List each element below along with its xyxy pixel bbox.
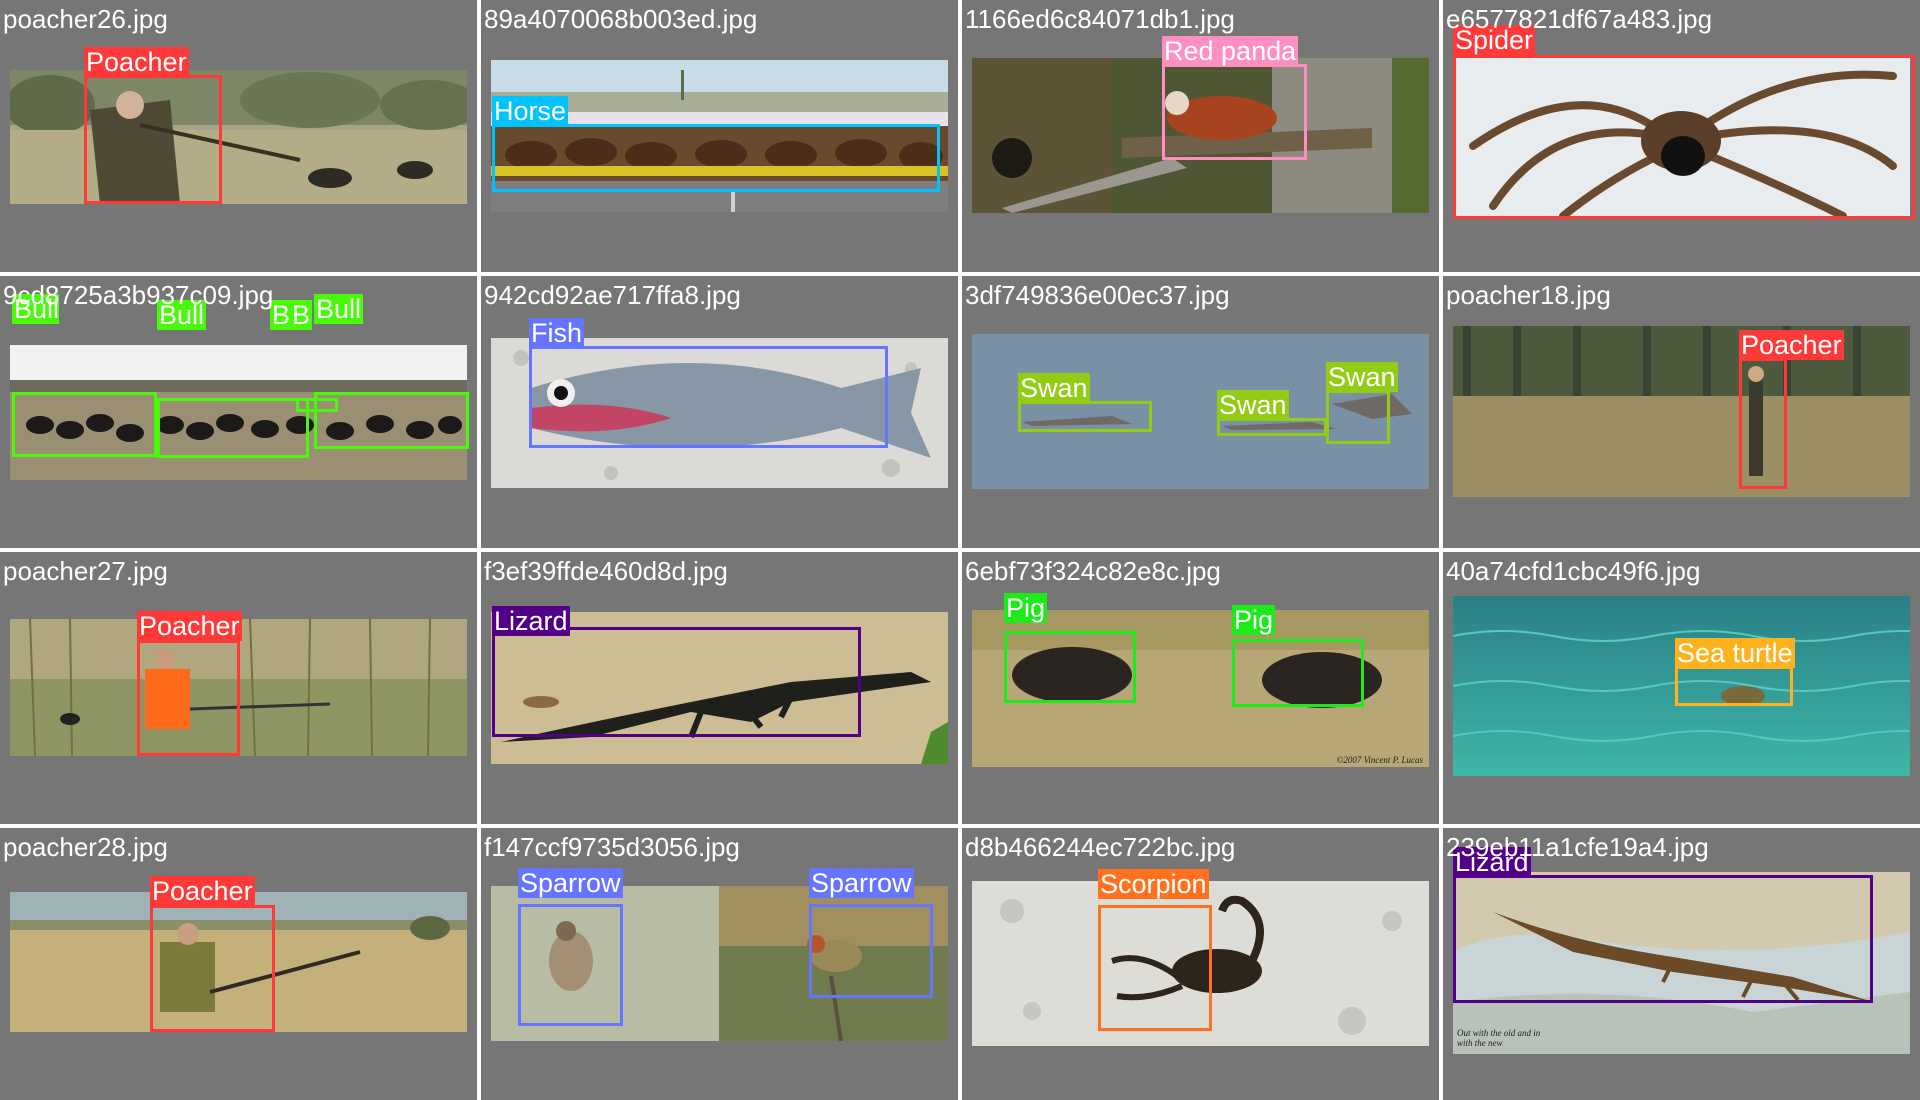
- label-poacher: Poacher: [84, 47, 189, 77]
- tile-d8b466244ec722bc: d8b466244ec722bc.jpg Scorpion: [962, 828, 1439, 1100]
- tile-poacher26: poacher26.jpg Poacher: [0, 0, 477, 272]
- bbox-poacher: [1739, 358, 1787, 489]
- bbox-bull-2: [157, 398, 309, 458]
- label-sparrow-1: Sparrow: [518, 868, 623, 898]
- bbox-fish: [529, 346, 888, 448]
- tile-1166ed6c84071db1: 1166ed6c84071db1.jpg Red panda: [962, 0, 1439, 272]
- tile-239eb11a1cfe19a4: 239eb11a1cfe19a4.jpg Out with the old an…: [1443, 828, 1920, 1100]
- label-scorpion: Scorpion: [1098, 869, 1209, 899]
- bbox-lizard: [1453, 875, 1873, 1003]
- tile-filename: e6577821df67a483.jpg: [1446, 4, 1713, 34]
- label-poacher: Poacher: [150, 876, 255, 906]
- label-poacher: Poacher: [137, 611, 242, 641]
- bbox-sparrow-2: [809, 904, 933, 998]
- label-red-panda: Red panda: [1162, 36, 1299, 66]
- tile-f3ef39ffde460d8d: f3ef39ffde460d8d.jpg Lizard: [481, 552, 958, 824]
- tile-filename: poacher28.jpg: [3, 832, 168, 862]
- label-sparrow-2: Sparrow: [809, 868, 914, 898]
- bbox-swan-3: [1326, 390, 1390, 444]
- tile-9cd8725a3b937c09: 9cd8725a3b937c09.jpg le Bu: [0, 276, 477, 548]
- bbox-spider: [1453, 55, 1915, 219]
- watermark: Out with the old and in with the new: [1457, 1028, 1541, 1048]
- label-fish: Fish: [529, 318, 585, 348]
- label-sea-turtle: Sea turtle: [1675, 638, 1795, 668]
- tile-filename: d8b466244ec722bc.jpg: [965, 832, 1236, 862]
- label-bull-5: Bull: [314, 294, 364, 324]
- detection-results-grid: poacher26.jpg Poacher 89a4070068b003ed.j…: [0, 0, 1920, 1100]
- tile-e6577821df67a483: e6577821df67a483.jpg Spider: [1443, 0, 1920, 272]
- tile-f147ccf9735d3056: f147ccf9735d3056.jpg Sparrow Sparrow: [481, 828, 958, 1100]
- tile-filename: f147ccf9735d3056.jpg: [484, 832, 740, 862]
- bbox-bull-1: [12, 392, 157, 457]
- label-lizard: Lizard: [492, 606, 570, 636]
- tile-filename: 942cd92ae717ffa8.jpg: [484, 280, 741, 310]
- bbox-horse: [492, 124, 940, 192]
- bbox-poacher: [137, 640, 240, 756]
- bbox-pig-1: [1004, 631, 1136, 703]
- tile-filename: 40a74cfd1cbc49f6.jpg: [1446, 556, 1701, 586]
- tile-3df749836e00ec37: 3df749836e00ec37.jpg Swan Swan Swan: [962, 276, 1439, 548]
- tile-filename: 239eb11a1cfe19a4.jpg: [1446, 832, 1709, 862]
- tile-filename: poacher18.jpg: [1446, 280, 1611, 310]
- tile-filename: 9cd8725a3b937c09.jpg: [3, 280, 274, 310]
- tile-poacher27: poacher27.jpg Poacher: [0, 552, 477, 824]
- label-poacher: Poacher: [1739, 330, 1844, 360]
- tile-6ebf73f324c82e8c: 6ebf73f324c82e8c.jpg ©2007 Vincent P. Lu…: [962, 552, 1439, 824]
- label-pig-2: Pig: [1232, 605, 1276, 635]
- tile-poacher18: poacher18.jpg Poacher: [1443, 276, 1920, 548]
- watermark: ©2007 Vincent P. Lucas: [1336, 755, 1424, 765]
- bbox-scorpion: [1098, 905, 1212, 1031]
- label-swan-1: Swan: [1018, 373, 1090, 403]
- label-pig-1: Pig: [1004, 593, 1048, 623]
- bbox-poacher: [150, 905, 275, 1032]
- tile-image: [10, 70, 467, 204]
- tile-89a4070068b003ed: 89a4070068b003ed.jpg Horse: [481, 0, 958, 272]
- label-bull-4: B: [290, 300, 313, 330]
- bbox-pig-2: [1232, 639, 1364, 707]
- bbox-lizard: [492, 627, 861, 737]
- tile-filename: poacher27.jpg: [3, 556, 168, 586]
- tile-filename: poacher26.jpg: [3, 4, 168, 34]
- label-swan-2: Swan: [1217, 390, 1289, 420]
- bbox-poacher: [84, 75, 222, 204]
- tile-filename: f3ef39ffde460d8d.jpg: [484, 556, 728, 586]
- tile-40a74cfd1cbc49f6: 40a74cfd1cbc49f6.jpg Sea turtle: [1443, 552, 1920, 824]
- tile-filename: 89a4070068b003ed.jpg: [484, 4, 758, 34]
- tile-filename: 1166ed6c84071db1.jpg: [965, 4, 1235, 34]
- bbox-red-panda: [1162, 64, 1307, 160]
- tile-poacher28: poacher28.jpg Poacher: [0, 828, 477, 1100]
- tile-942cd92ae717ffa8: 942cd92ae717ffa8.jpg Fish: [481, 276, 958, 548]
- bbox-swan-2: [1217, 418, 1327, 436]
- label-horse: Horse: [492, 96, 569, 126]
- bbox-bull-4: [314, 392, 469, 449]
- bbox-swan-1: [1018, 401, 1152, 432]
- bbox-sparrow-1: [518, 904, 623, 1026]
- bbox-sea-turtle: [1675, 666, 1793, 706]
- tile-filename: 3df749836e00ec37.jpg: [965, 280, 1230, 310]
- tile-filename: 6ebf73f324c82e8c.jpg: [965, 556, 1221, 586]
- label-swan-3: Swan: [1326, 362, 1398, 392]
